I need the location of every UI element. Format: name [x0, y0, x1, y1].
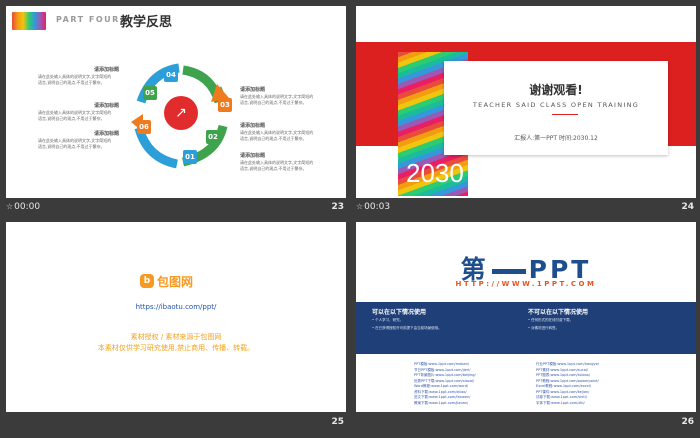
slide-meta-bar: ☆00:03 24 [356, 200, 696, 216]
item-number-06: 06 [137, 120, 151, 134]
slide-thumbnail-23[interactable]: PART FOUR 教学反思 请添加标题 请在此处输入具体的说明文字,文字简短的… [6, 6, 346, 218]
cannot-use-title: 不可以在以下情况使用 [528, 309, 589, 316]
part-label: PART FOUR [56, 15, 120, 24]
item-text: 请在此处输入具体的说明文字,文字简短的 语言,说明自己的观点,不用过于繁杂。 [240, 94, 314, 105]
can-use-title: 可以在以下情况使用 [372, 309, 427, 316]
logo-dash [491, 268, 526, 274]
year-text: 2030 [406, 158, 464, 188]
baotu-logo: b 包图网 [140, 272, 193, 290]
link-item[interactable]: Excel教程:www.1ppt.com/excel/ [536, 384, 599, 390]
item-text: 请在此处输入具体的说明文字,文字简短的 语言,说明自己的观点,不用过于繁杂。 [240, 130, 314, 141]
slide-meta-bar: 26 [356, 415, 696, 431]
link-item[interactable]: 行业PPT模板:www.1ppt.com/hangye/ [536, 362, 599, 368]
slide-timing: 00:00 [14, 202, 41, 212]
item-text: 请在此处输入具体的说明文字,文字简短的 语言,说明自己的观点,不用过于繁杂。 [38, 110, 112, 121]
slide-number: 23 [331, 202, 344, 212]
can-use-item: • 个人学习、研究。 [372, 318, 404, 322]
slide-subtitle: TEACHER SAID CLASS OPEN TRAINING [472, 101, 640, 109]
link-item[interactable]: Word教程:www.1ppt.com/word/ [414, 384, 476, 390]
item-label: 请添加标题 [240, 87, 266, 93]
cannot-use-item: • 任何形式的在线付费下载。 [528, 318, 574, 322]
usage-band: 可以在以下情况使用 • 个人学习、研究。 • 在已获得授权许可前提下由当前场景使… [356, 302, 696, 354]
item-label: 请添加标题 [94, 103, 120, 109]
link-item[interactable]: PPT背景图片:www.1ppt.com/beijing/ [414, 373, 476, 379]
slide-thumbnail-24[interactable]: 谢谢观看! TEACHER SAID CLASS OPEN TRAINING 汇… [356, 6, 696, 218]
title-card: 谢谢观看! TEACHER SAID CLASS OPEN TRAINING 汇… [444, 61, 668, 155]
links-column-left: PPT模板:www.1ppt.com/moban/ 节日PPT模板:www.1p… [414, 362, 476, 406]
slide-thumbnail-25[interactable]: b 包图网 https://ibaotu.com/ppt/ 素材授权 / 素材来… [6, 222, 346, 434]
license-line: 素材授权 / 素材来源于包图网 [130, 333, 222, 341]
source-link[interactable]: https://ibaotu.com/ppt/ [6, 303, 346, 311]
slide-title: 谢谢观看! [529, 83, 583, 97]
usage-notice: 本素材仅供学习研究使用,禁止商用、传播、转载。 [97, 344, 255, 352]
slide-number: 24 [681, 202, 694, 212]
item-text: 请在此处输入具体的说明文字,文字简短的 语言,说明自己的观点,不用过于繁杂。 [240, 160, 314, 171]
link-item[interactable]: PPT图表:www.1ppt.com/tubiao/ [536, 373, 599, 379]
transition-star-icon: ☆ [6, 202, 14, 211]
slide-meta-bar: 25 [6, 415, 346, 431]
slide-meta-bar: ☆00:00 23 [6, 200, 346, 216]
item-number-05: 05 [143, 86, 157, 100]
slide-title: 教学反思 [120, 15, 173, 30]
item-label: 请添加标题 [94, 131, 120, 137]
item-label: 请添加标题 [94, 67, 120, 73]
slide-preview: PART FOUR 教学反思 请添加标题 请在此处输入具体的说明文字,文字简短的… [6, 6, 346, 198]
slide-number: 25 [331, 417, 344, 427]
item-number-03: 03 [218, 98, 232, 112]
item-text: 请在此处输入具体的说明文字,文字简短的 语言,说明自己的观点,不用过于繁杂。 [38, 138, 112, 149]
item-label: 请添加标题 [240, 123, 266, 129]
slide-preview: 谢谢观看! TEACHER SAID CLASS OPEN TRAINING 汇… [356, 6, 696, 198]
links-column-right: 行业PPT模板:www.1ppt.com/hangye/ PPT素材:www.1… [536, 362, 599, 406]
slide-thumbnail-26[interactable]: 第 PPT HTTP://WWW.1PPT.COM 可以在以下情况使用 • 个人学… [356, 222, 696, 434]
transition-star-icon: ☆ [356, 202, 364, 211]
link-item[interactable]: PPT模板:www.1ppt.com/moban/ [414, 362, 476, 368]
item-number-01: 01 [183, 150, 197, 164]
cannot-use-item: • 对素材进行转售。 [528, 326, 560, 330]
item-number-02: 02 [206, 130, 220, 144]
link-item[interactable]: 范文下载:www.1ppt.com/fanwen/ [414, 395, 476, 401]
pencil-stripe-decoration [12, 12, 46, 30]
presenter-info: 汇报人:第一PPT 时间:2030.12 [514, 135, 598, 142]
site-url: HTTP://WWW.1PPT.COM [455, 280, 597, 288]
can-use-item: • 在已获得授权许可前提下由当前场景使用。 [372, 326, 442, 330]
item-label: 请添加标题 [240, 153, 266, 159]
link-item[interactable]: 教案下载:www.1ppt.com/jiaoan/ [414, 401, 476, 407]
slide-number: 26 [681, 417, 694, 427]
slide-timing: 00:03 [364, 202, 391, 212]
slide-preview: b 包图网 https://ibaotu.com/ppt/ 素材授权 / 素材来… [6, 222, 346, 412]
item-text: 请在此处输入具体的说明文字,文字简短的 语言,说明自己的观点,不用过于繁杂。 [38, 74, 112, 85]
link-item[interactable]: 字体下载:www.1ppt.com/ziti/ [536, 401, 599, 407]
slide-preview: 第 PPT HTTP://WWW.1PPT.COM 可以在以下情况使用 • 个人学… [356, 222, 696, 412]
chart-growth-icon: ↗ [164, 96, 198, 130]
baotu-logo-icon: b [140, 274, 154, 288]
item-number-04: 04 [164, 68, 178, 82]
divider-line [552, 114, 578, 115]
logo-text: 包图网 [157, 274, 194, 289]
